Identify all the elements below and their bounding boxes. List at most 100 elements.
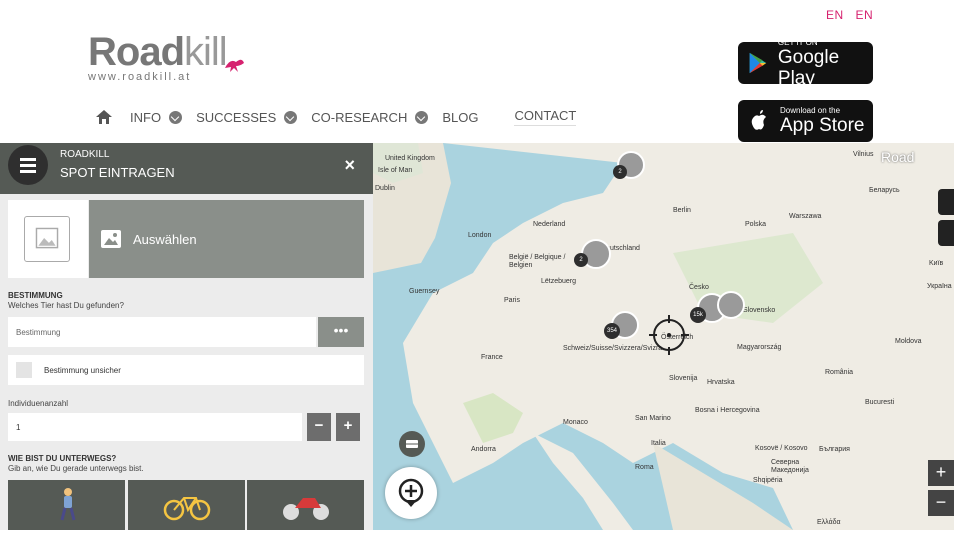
map-view[interactable]: United Kingdom Isle of Man Dublin London… [373,143,954,530]
map-label: Ελλάδα [817,519,841,526]
apple-side-icon[interactable] [938,220,954,246]
app-store-small: Download on the [780,106,841,115]
photo-marker[interactable] [717,291,745,319]
id-heading: BESTIMMUNG [8,291,63,300]
crosshair-icon[interactable] [649,315,689,355]
map-label: Hrvatska [707,379,735,386]
map-label: Nederland [533,221,566,228]
add-location-icon [398,478,424,507]
nav-item-co-research[interactable]: CO-RESEARCH [311,109,429,125]
nav-successes-label: SUCCESSES [196,109,277,125]
zoom-out-button[interactable]: − [928,490,954,516]
google-play-small: GET IT ON [777,37,818,47]
image-placeholder-icon [24,216,70,262]
pedestrian-icon [60,488,76,521]
map-label: Italia [651,440,666,447]
cluster-marker[interactable]: 2 [613,165,627,179]
nav-info-label: INFO [130,109,162,125]
home-icon[interactable] [96,110,112,124]
map-label: Беларусь [869,187,900,194]
mode-walking-button[interactable] [8,480,125,530]
map-label: Monaco [563,419,588,426]
google-play-button[interactable]: GET IT ON Google Play [738,38,873,89]
select-photo-label: Auswählen [133,231,197,247]
logo-word-bold: Road [88,30,185,74]
add-spot-button[interactable] [385,467,437,519]
map-label: Schweiz/Suisse/Svizzera/Svizra [563,345,663,352]
map-label: Kиїв [929,260,944,267]
map-label: Moldova [895,338,922,345]
map-label: Česko [689,284,709,291]
panel-title: SPOT EINTRAGEN [60,165,175,180]
cluster-marker[interactable]: 354 [604,323,620,339]
count-input[interactable]: 1 [8,413,302,441]
chevron-down-icon [284,110,298,124]
map-label: Paris [504,297,520,304]
map-label: România [825,369,854,376]
map-label: Shqipëria [753,477,783,484]
nav-item-successes[interactable]: SUCCESSES [196,109,298,125]
apple-icon [751,110,766,130]
map-label: Україна [927,283,952,290]
lang-en-2[interactable]: EN [856,8,874,22]
map-label: Lëtzebuerg [541,278,577,285]
map-label: United Kingdom [385,155,435,162]
app-store-button[interactable]: Download on the App Store [738,100,873,142]
map-label: Warszawa [789,213,822,220]
language-switcher: EN EN [826,8,881,22]
uncertain-checkbox[interactable] [16,362,32,378]
cluster-marker[interactable]: 15k [690,307,706,323]
map-label: Slovensko [743,307,776,314]
map-label: London [468,232,492,239]
map-label: Bucuresti [865,399,895,406]
app-store-big: App Store [780,115,865,136]
map-label: France [481,354,503,361]
google-play-big: Google Play [777,46,840,89]
map-label: Bosna i Hercegovina [695,407,760,414]
select-photo-button[interactable]: Auswählen [89,200,364,278]
species-more-button[interactable]: ••• [318,317,364,347]
logo-wordmark: Roadkill [88,30,228,75]
roadkill-logo[interactable]: Roadkill www.roadkill.at [88,30,244,83]
map-label: Vilnius [853,151,874,158]
main-nav: INFO SUCCESSES CO-RESEARCH BLOG CONTACT [96,104,590,130]
species-input[interactable]: Bestimmung [8,317,316,347]
map-label: Andorra [471,446,496,453]
nav-item-info[interactable]: INFO [130,109,183,125]
map-label: Magyarország [737,344,782,351]
panel-app-name: ROADKILL [60,149,110,160]
zoom-in-button[interactable]: + [928,460,954,486]
mode-bicycle-button[interactable] [128,480,245,530]
lang-en-1[interactable]: EN [826,8,844,22]
map-label: Kosovë / Kosovo [755,445,808,452]
count-plus-button[interactable]: + [336,413,360,441]
map-label: Slovenija [669,375,698,382]
nav-item-blog[interactable]: BLOG [442,110,478,125]
travel-hint: Gib an, wie Du gerade unterwegs bist. [8,464,144,473]
uncertain-checkbox-row[interactable]: Bestimmung unsicher [8,355,364,385]
panel-header: ROADKILL SPOT EINTRAGEN × [0,143,373,194]
mode-motorbike-button[interactable] [247,480,364,530]
count-label: Individuenanzahl [8,399,69,408]
count-minus-button[interactable]: − [307,413,331,441]
chevron-down-icon [169,110,183,124]
map-watermark: Road [881,149,915,165]
google-play-icon [749,52,767,74]
map-label: Guernsey [409,288,440,295]
image-icon [101,230,121,248]
map-label: San Marino [635,415,671,422]
frog-icon [225,59,244,72]
layers-button[interactable] [399,431,425,457]
photo-placeholder[interactable] [8,200,88,278]
close-icon[interactable]: × [344,155,355,176]
bicycle-icon [163,497,211,521]
menu-icon[interactable] [8,145,48,185]
cluster-marker[interactable]: 2 [574,253,588,267]
nav-co-research-label: CO-RESEARCH [311,109,408,125]
map-label: Dublin [375,185,395,192]
android-icon[interactable] [938,189,954,215]
uncertain-label: Bestimmung unsicher [44,365,121,375]
nav-item-contact[interactable]: CONTACT [514,108,577,126]
spot-entry-panel: ROADKILL SPOT EINTRAGEN × Auswählen BEST… [0,143,373,530]
travel-heading: WIE BIST DU UNTERWEGS? [8,454,117,463]
